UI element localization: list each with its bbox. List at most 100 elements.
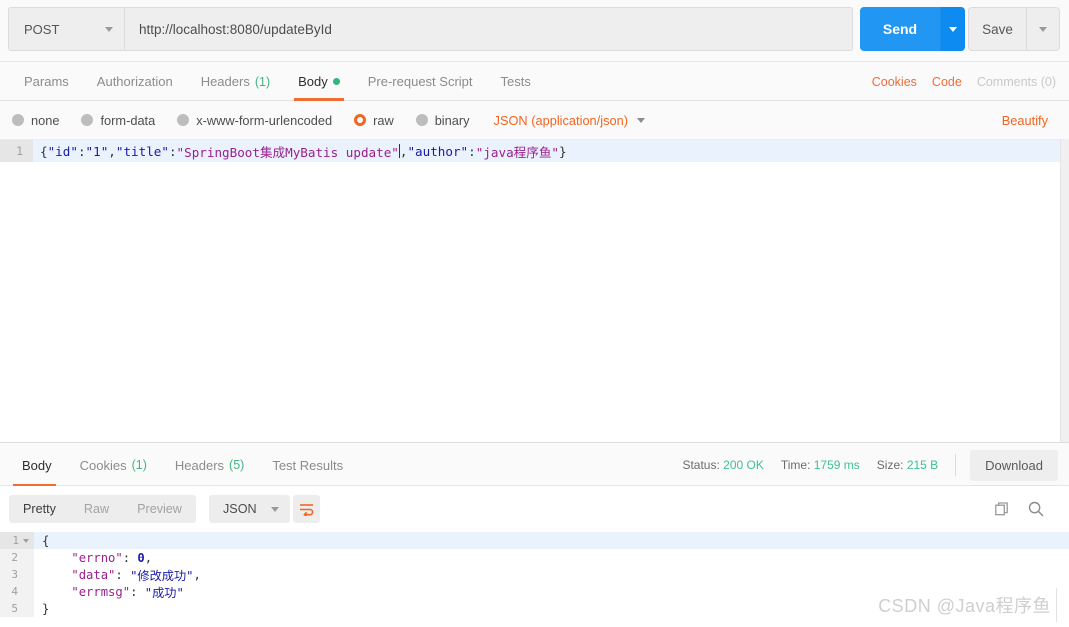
code-token: "errmsg" xyxy=(71,584,131,599)
code-token: "java程序鱼" xyxy=(475,144,560,160)
code-token: "data" xyxy=(71,567,116,582)
request-tab-headers[interactable]: Headers (1) xyxy=(187,62,284,101)
send-group: Send xyxy=(860,7,965,51)
beautify-label: Beautify xyxy=(1001,112,1048,128)
tab-label: Headers xyxy=(200,74,250,89)
response-format-select[interactable]: JSON xyxy=(209,495,290,523)
size-label: Size: xyxy=(876,458,904,472)
line-number-value: 4 xyxy=(11,585,18,598)
code-token: } xyxy=(42,601,50,616)
code-token: , xyxy=(193,567,201,582)
send-button[interactable]: Send xyxy=(860,7,940,51)
save-group: Save xyxy=(968,7,1060,51)
beautify-button[interactable]: Beautify xyxy=(1002,101,1048,139)
copy-button[interactable] xyxy=(995,501,1010,517)
save-options-button[interactable] xyxy=(1026,8,1059,50)
radio-icon xyxy=(415,114,428,126)
http-method-value: POST xyxy=(24,21,60,37)
response-code-line: 2 "errno": 0, xyxy=(0,549,1069,566)
status-value: 200 OK xyxy=(723,458,764,472)
chevron-down-icon xyxy=(105,26,113,32)
body-type-label: form-data xyxy=(100,112,156,128)
response-tab-body[interactable]: Body xyxy=(8,443,66,487)
response-meta: Status: 200 OK Time: 1759 ms Size: 215 B… xyxy=(682,443,1058,487)
code-token: : xyxy=(115,567,131,582)
copy-icon xyxy=(995,501,1008,515)
tab-count: (5) xyxy=(229,458,245,472)
code-token: "成功" xyxy=(144,585,184,600)
response-tab-headers[interactable]: Headers (5) xyxy=(161,443,258,487)
body-type-binary[interactable]: binary xyxy=(415,112,470,128)
request-editor-scrollbar[interactable] xyxy=(1060,139,1069,442)
radio-icon xyxy=(12,114,24,126)
body-type-x-www-form-urlencoded[interactable]: x-www-form-urlencoded xyxy=(177,113,332,128)
save-button[interactable]: Save xyxy=(969,8,1026,50)
comments-link[interactable]: Comments (0) xyxy=(977,75,1056,89)
search-button[interactable] xyxy=(1028,501,1044,517)
word-wrap-icon xyxy=(300,503,314,516)
request-tab-authorization[interactable]: Authorization xyxy=(83,62,187,101)
code-token: "title" xyxy=(115,143,169,159)
request-editor-line: 1 {"id": "1", "title": "SpringBoot集成MyBatis… xyxy=(0,140,1060,162)
body-type-none[interactable]: none xyxy=(12,113,59,128)
tab-count: (1) xyxy=(131,458,147,472)
response-tab-test-results[interactable]: Test Results xyxy=(258,443,357,487)
response-line-number: 2 xyxy=(0,549,34,566)
request-links: Cookies Code Comments (0) xyxy=(872,62,1056,101)
request-body-code[interactable]: {"id": "1", "title": "SpringBoot集成MyBatis u… xyxy=(33,140,1060,162)
view-mode-raw[interactable]: Raw xyxy=(70,495,123,523)
chevron-down-icon xyxy=(270,506,279,512)
chevron-down-icon xyxy=(1039,26,1047,32)
request-tab-tests[interactable]: Tests xyxy=(487,62,545,101)
code-token: } xyxy=(559,143,567,159)
body-type-label: binary xyxy=(434,112,470,128)
code-token: { xyxy=(42,533,50,548)
code-link[interactable]: Code xyxy=(932,75,962,89)
tab-label: Pre-request Script xyxy=(367,74,473,89)
request-body-editor[interactable]: 1 {"id": "1", "title": "SpringBoot集成MyBatis… xyxy=(0,139,1060,442)
response-code-line: 3 "data": "修改成功", xyxy=(0,566,1069,583)
fold-triangle-icon[interactable] xyxy=(23,538,29,543)
body-type-radios: none form-data x-www-form-urlencoded raw bin… xyxy=(0,101,1069,139)
view-mode-preview[interactable]: Preview xyxy=(123,495,196,523)
body-type-raw[interactable]: raw xyxy=(354,113,394,128)
code-token: : xyxy=(468,143,476,159)
response-toolbar: Pretty Raw Preview JSON xyxy=(0,486,1069,532)
download-button[interactable]: Download xyxy=(970,449,1058,481)
search-icon xyxy=(1028,501,1044,517)
cookies-link[interactable]: Cookies xyxy=(872,75,917,89)
body-type-form-data[interactable]: form-data xyxy=(81,113,155,128)
response-line-number: 4 xyxy=(0,583,34,600)
send-label: Send xyxy=(882,21,918,37)
modified-dot-icon xyxy=(332,78,340,85)
save-label: Save xyxy=(982,21,1013,37)
response-line-number: 5 xyxy=(0,600,34,617)
content-type-select[interactable]: JSON (application/json) xyxy=(494,113,645,128)
code-token: "修改成功" xyxy=(130,568,194,583)
body-type-label: raw xyxy=(373,112,394,128)
send-options-button[interactable] xyxy=(940,7,965,51)
chevron-down-icon xyxy=(949,26,957,32)
view-mode-pretty[interactable]: Pretty xyxy=(9,495,70,523)
body-type-label: none xyxy=(31,112,60,128)
response-line-number: 3 xyxy=(0,566,34,583)
response-format-value: JSON xyxy=(223,502,257,516)
request-tab-pre-request-script[interactable]: Pre-request Script xyxy=(354,62,487,101)
response-tab-cookies[interactable]: Cookies (1) xyxy=(66,443,161,487)
url-value: http://localhost:8080/updateById xyxy=(139,21,332,37)
tab-count: (1) xyxy=(254,74,271,89)
word-wrap-toggle[interactable] xyxy=(293,495,320,523)
status-meta: Status: 200 OK xyxy=(682,458,763,472)
url-input[interactable]: http://localhost:8080/updateById xyxy=(125,8,852,50)
request-tab-body[interactable]: Body xyxy=(284,62,354,101)
request-tab-params[interactable]: Params xyxy=(10,62,83,101)
content-type-value: JSON (application/json) xyxy=(493,112,628,128)
chevron-down-icon xyxy=(636,117,645,123)
response-code-text: { xyxy=(34,532,1069,549)
tab-label: Body xyxy=(298,74,328,89)
code-token: "author" xyxy=(407,143,469,159)
divider xyxy=(955,454,957,476)
code-token: 0 xyxy=(137,550,145,565)
http-method-select[interactable]: POST xyxy=(9,8,125,50)
